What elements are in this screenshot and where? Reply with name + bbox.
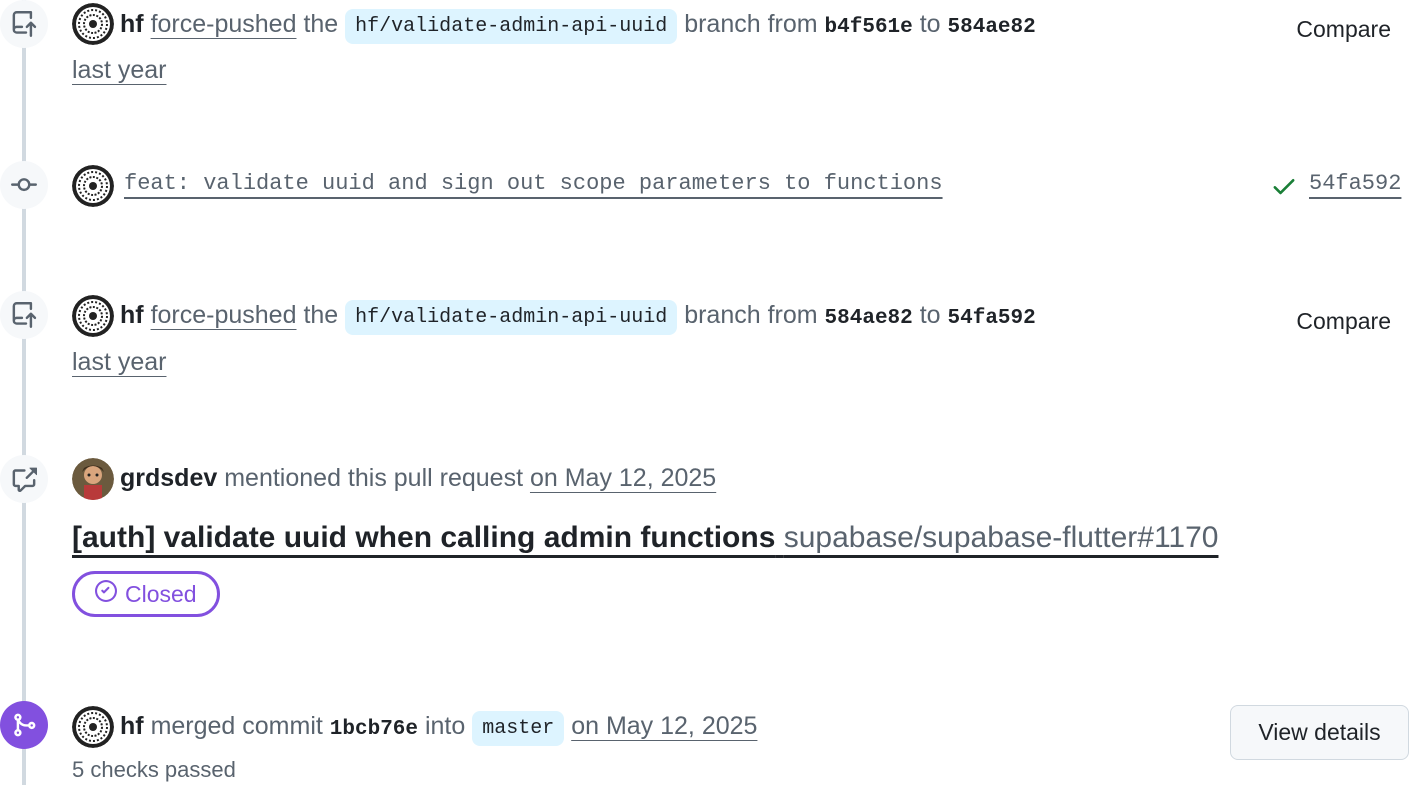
git-merge-icon bbox=[0, 701, 48, 749]
timestamp-link[interactable]: last year bbox=[72, 346, 166, 378]
force-pushed-link[interactable]: force-pushed bbox=[151, 301, 297, 329]
the-text: the bbox=[303, 10, 339, 38]
commit-message-link[interactable]: feat: validate uuid and sign out scope p… bbox=[124, 171, 943, 196]
commit-sha-link[interactable]: 54fa592 bbox=[1309, 171, 1401, 196]
compare-link[interactable]: Compare bbox=[1296, 16, 1391, 43]
push-event-2: hf force-pushed the hf/validate-admin-ap… bbox=[120, 299, 1036, 335]
avatar-hf[interactable] bbox=[72, 165, 114, 207]
state-badge: Closed bbox=[72, 571, 220, 617]
to-text: to bbox=[919, 301, 941, 329]
compare-link[interactable]: Compare bbox=[1296, 308, 1391, 335]
merged-text: merged commit bbox=[150, 712, 323, 740]
into-text: into bbox=[424, 712, 466, 740]
reference-link[interactable]: [auth] validate uuid when calling admin … bbox=[72, 521, 1218, 554]
to-sha[interactable]: 584ae82 bbox=[948, 16, 1036, 39]
merge-commit-sha[interactable]: 1bcb76e bbox=[330, 718, 418, 741]
view-details-button[interactable]: View details bbox=[1230, 705, 1409, 760]
push-event-1: hf force-pushed the hf/validate-admin-ap… bbox=[120, 8, 1036, 44]
to-text: to bbox=[919, 10, 941, 38]
avatar-hf[interactable] bbox=[72, 706, 114, 748]
reference-title-text: [auth] validate uuid when calling admin … bbox=[72, 521, 776, 554]
git-commit-icon bbox=[0, 161, 48, 209]
state-label: Closed bbox=[125, 580, 197, 607]
cross-reference-icon bbox=[0, 455, 48, 503]
branch-from-text: branch from bbox=[684, 10, 818, 38]
check-circle-icon bbox=[95, 580, 117, 608]
mention-event: grdsdev mentioned this pull request on M… bbox=[120, 462, 716, 494]
actor-link[interactable]: hf bbox=[120, 301, 144, 329]
actor-link[interactable]: hf bbox=[120, 10, 144, 38]
force-pushed-link[interactable]: force-pushed bbox=[151, 10, 297, 38]
avatar-hf[interactable] bbox=[72, 295, 114, 337]
mention-text: mentioned this pull request bbox=[224, 464, 524, 492]
branch-from-text: branch from bbox=[684, 301, 818, 329]
reference-title: [auth] validate uuid when calling admin … bbox=[72, 519, 1218, 557]
timestamp-link[interactable]: on May 12, 2025 bbox=[571, 712, 757, 740]
checks-status: 5 checks passed bbox=[72, 757, 236, 782]
actor-link[interactable]: grdsdev bbox=[120, 464, 217, 492]
from-sha[interactable]: 584ae82 bbox=[825, 307, 913, 330]
repo-push-icon bbox=[0, 291, 48, 339]
repo-push-icon bbox=[0, 0, 48, 48]
branch-label[interactable]: hf/validate-admin-api-uuid bbox=[345, 9, 678, 44]
actor-link[interactable]: hf bbox=[120, 712, 144, 740]
check-icon[interactable] bbox=[1270, 172, 1298, 205]
reference-repo-text: supabase/supabase-flutter#1170 bbox=[783, 521, 1219, 554]
avatar-grdsdev[interactable] bbox=[72, 458, 114, 500]
to-sha[interactable]: 54fa592 bbox=[948, 307, 1036, 330]
avatar-hf[interactable] bbox=[72, 3, 114, 45]
timestamp-link[interactable]: last year bbox=[72, 54, 166, 86]
from-sha[interactable]: b4f561e bbox=[825, 16, 913, 39]
the-text: the bbox=[303, 301, 339, 329]
timestamp-link[interactable]: on May 12, 2025 bbox=[530, 464, 716, 492]
branch-label[interactable]: hf/validate-admin-api-uuid bbox=[345, 300, 678, 335]
merge-event: hf merged commit 1bcb76e into master on … bbox=[120, 710, 757, 746]
timeline-line bbox=[22, 0, 26, 785]
base-branch-label[interactable]: master bbox=[472, 711, 565, 746]
